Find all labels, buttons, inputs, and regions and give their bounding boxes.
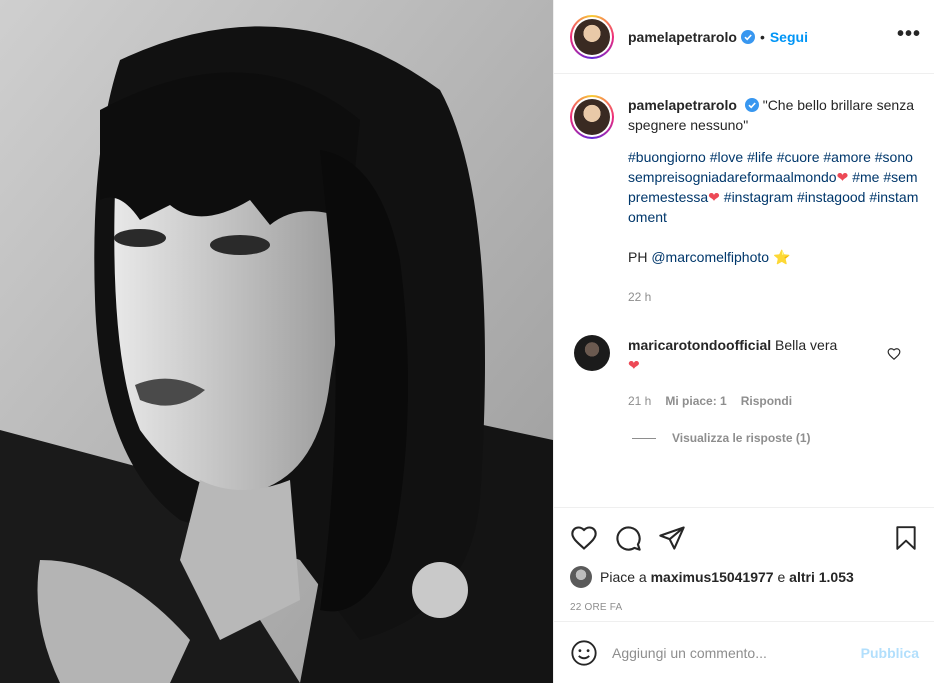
separator-dot: •	[759, 28, 765, 45]
verified-badge-icon	[740, 29, 755, 44]
hashtag-link[interactable]: #instagram	[724, 189, 793, 205]
hashtag-link[interactable]: #life	[747, 149, 773, 165]
more-options-icon[interactable]: •••	[897, 24, 921, 44]
heart-icon[interactable]	[570, 524, 598, 552]
likes-middle: e	[777, 569, 786, 585]
view-replies-label: Visualizza le risposte (1)	[672, 431, 811, 445]
comments-section[interactable]: pamelapetrarolo "Che bello brillare senz…	[554, 75, 934, 507]
post-side-panel: pamelapetrarolo • Segui ••• pamelapetrar…	[553, 0, 934, 683]
liker-username[interactable]: maximus15041977	[651, 569, 774, 585]
credit-prefix: PH	[628, 249, 648, 265]
post-actions: Piace a maximus15041977 e altri 1.053 22…	[554, 507, 934, 621]
credit-mention[interactable]: @marcomelfiphoto	[651, 249, 769, 265]
like-comment-heart-icon[interactable]	[887, 347, 901, 361]
publish-button[interactable]: Pubblica	[861, 645, 919, 661]
comment-time[interactable]: 21 h	[628, 391, 651, 411]
hashtag-link[interactable]: #instagood	[797, 189, 866, 205]
verified-badge-icon	[744, 98, 759, 112]
post-header: pamelapetrarolo • Segui •••	[554, 0, 934, 74]
replies-divider	[632, 437, 656, 439]
comment-likes[interactable]: Mi piace: 1	[665, 391, 726, 411]
likes-prefix: Piace a	[600, 569, 647, 585]
post-photo[interactable]	[0, 0, 553, 683]
share-icon[interactable]	[658, 524, 686, 552]
author-avatar[interactable]	[570, 14, 614, 59]
comment-input[interactable]	[612, 644, 861, 661]
comment-icon[interactable]	[614, 524, 642, 552]
bookmark-icon[interactable]	[893, 524, 919, 552]
commenter-avatar[interactable]	[574, 335, 610, 371]
likes-summary: Piace a maximus15041977 e altri 1.053	[570, 566, 919, 588]
caption-username[interactable]: pamelapetrarolo	[628, 97, 737, 113]
heart-emoji: ❤	[628, 357, 640, 373]
likes-others[interactable]: altri 1.053	[789, 569, 854, 585]
comment-item: maricarotondoofficial Bella vera ❤ 21 h …	[570, 335, 919, 411]
emoji-icon[interactable]	[570, 639, 598, 667]
liker-avatar[interactable]	[570, 566, 592, 588]
follow-button[interactable]: Segui	[770, 29, 808, 45]
photo-credit: PH @marcomelfiphoto ⭐	[628, 247, 919, 267]
comment-text: Bella vera	[775, 337, 838, 353]
star-emoji: ⭐	[772, 249, 791, 265]
caption-avatar[interactable]	[570, 95, 614, 139]
hashtag-link[interactable]: #cuore	[777, 149, 820, 165]
add-comment-bar: Pubblica	[554, 621, 934, 683]
commenter-username[interactable]: maricarotondoofficial	[628, 337, 771, 353]
author-username[interactable]: pamelapetrarolo	[628, 29, 737, 45]
hashtags: #buongiorno #love #life #cuore #amore #s…	[628, 147, 919, 227]
caption: pamelapetrarolo "Che bello brillare senz…	[570, 95, 919, 307]
hashtag-link[interactable]: #love	[710, 149, 743, 165]
hashtag-link[interactable]: #amore	[823, 149, 870, 165]
reply-button[interactable]: Rispondi	[741, 391, 792, 411]
heart-emoji: ❤	[836, 169, 849, 185]
heart-emoji: ❤	[708, 189, 720, 205]
view-replies-button[interactable]: Visualizza le risposte (1)	[570, 431, 919, 445]
hashtag-link[interactable]: #me	[852, 169, 879, 185]
hashtag-link[interactable]: #buongiorno	[628, 149, 706, 165]
posted-time[interactable]: 22 ore fa	[570, 602, 919, 613]
caption-time[interactable]: 22 h	[628, 287, 919, 307]
